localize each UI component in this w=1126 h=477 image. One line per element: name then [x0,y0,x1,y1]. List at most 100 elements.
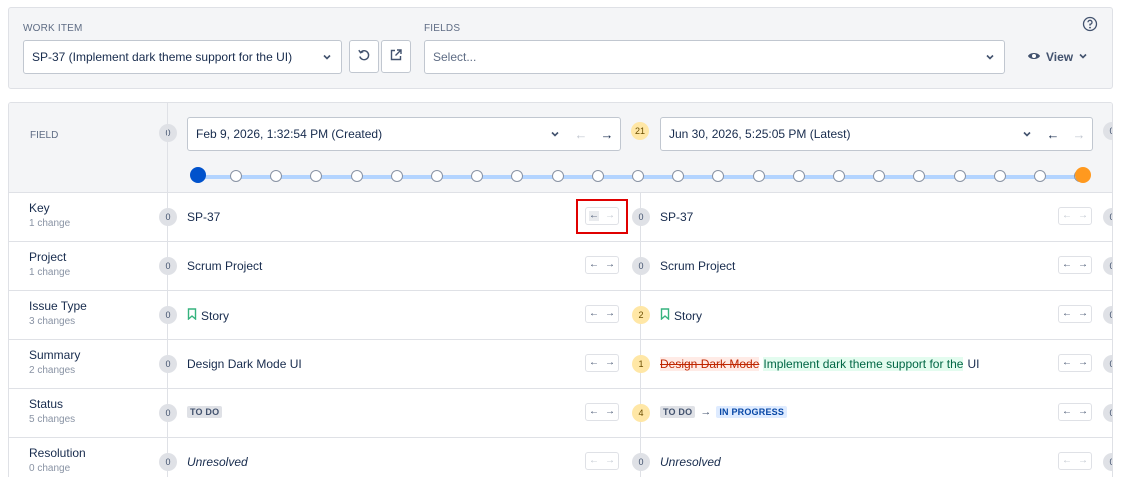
eye-icon [1027,50,1041,64]
copy-arrows[interactable]: ← → [585,354,619,372]
copy-arrows[interactable]: ← → [585,452,619,470]
work-item-select[interactable]: SP-37 (Implement dark theme support for … [23,40,342,74]
field-name: Issue Type [29,299,87,313]
status-lozenge: TO DO [187,406,223,418]
timeline-version-tick[interactable] [873,170,886,182]
arrow-right-icon[interactable]: → [1078,309,1088,319]
field-column-header: FIELD [30,130,59,141]
version-header: FIELD 0 Feb 9, 2026, 1:32:54 PM (Created… [9,103,1112,193]
copy-arrows[interactable]: ← → [585,305,619,323]
end-change-badge: 0 [1103,355,1112,373]
left-value: Design Dark Mode UI [187,357,302,371]
timeline-version-tick[interactable] [792,170,805,182]
field-row-project: Project 1 change 0 Scrum Project ← → 0 Sc… [9,242,1112,291]
reset-button[interactable] [349,40,379,73]
timeline-version-tick[interactable] [953,170,966,182]
timeline-version-tick[interactable] [390,170,403,182]
timeline-version-tick[interactable] [712,170,725,182]
right-change-badge: 0 [632,257,650,275]
end-change-badge: 0 [1103,306,1112,324]
field-name: Key [29,201,50,215]
arrow-left-icon[interactable]: ← [1062,456,1072,466]
arrow-right-icon[interactable]: → [1078,456,1088,466]
arrow-left-icon[interactable]: ← [1062,358,1072,368]
field-row-issue-type: Issue Type 3 changes 0 Story ← → 2 Story … [9,291,1112,340]
timeline-version-tick[interactable] [833,170,845,182]
timeline-version-tick[interactable] [511,170,524,182]
timeline-version-tick[interactable] [310,170,323,182]
right-value: Unresolved [660,455,721,469]
arrow-right-icon: → [700,406,712,418]
timeline-version-tick[interactable] [591,170,604,182]
arrow-left-icon[interactable]: ← [589,456,599,466]
left-value: SP-37 [187,210,221,224]
left-version-select[interactable]: Feb 9, 2026, 1:32:54 PM (Created) ← → [187,117,621,151]
arrow-right-icon[interactable]: → [605,407,615,417]
arrow-left-icon[interactable]: ← [1062,211,1072,221]
arrow-right-icon[interactable]: → [605,309,615,319]
work-item-toolbar: WORK ITEM SP-37 (Implement dark theme su… [8,7,1113,89]
timeline-start-marker[interactable] [190,167,206,183]
copy-arrows[interactable]: ← → [585,256,619,274]
left-version-prev-button[interactable]: ← [568,118,594,150]
right-version-prev-button[interactable]: ← [1040,118,1066,150]
timeline-version-tick[interactable] [551,170,564,182]
change-count: 1 change [29,218,71,229]
timeline-version-tick[interactable] [632,170,644,182]
arrow-left-icon[interactable]: ← [589,309,599,319]
timeline-version-tick[interactable] [752,170,765,182]
story-icon [187,308,197,323]
chevron-down-icon [548,129,562,139]
left-count-badge: 0 [159,124,177,142]
fields-label: FIELDS [424,23,461,34]
arrow-left-icon[interactable]: ← [589,260,599,270]
copy-arrows[interactable]: ← → [1058,452,1092,470]
right-change-badge: 1 [632,355,650,373]
arrow-right-icon[interactable]: → [605,260,615,270]
timeline-version-tick[interactable] [913,170,926,182]
timeline-version-tick[interactable] [1034,170,1046,182]
left-version-next-button[interactable]: → [594,118,620,150]
fields-select[interactable]: Select... [424,40,1005,74]
arrow-right-icon[interactable]: → [605,456,615,466]
arrow-right-icon[interactable]: → [1078,211,1088,221]
timeline-version-tick[interactable] [672,170,685,182]
copy-arrows[interactable]: ← → [1058,256,1092,274]
timeline-version-tick[interactable] [350,170,363,182]
timeline-version-tick[interactable] [993,170,1006,182]
timeline-version-tick[interactable] [230,170,242,182]
copy-arrows[interactable]: ← → [1058,207,1092,225]
mid-count-badge: 21 [631,122,649,140]
copy-arrows[interactable]: ← → [1058,305,1092,323]
right-version-next-button[interactable]: → [1066,118,1092,150]
open-external-button[interactable] [381,40,411,73]
arrow-left-icon[interactable]: ← [1062,260,1072,270]
arrow-left-icon[interactable]: ← [1062,309,1072,319]
field-row-resolution: Resolution 0 change 0 Unresolved ← → 0 Un… [9,438,1112,477]
help-icon[interactable] [1082,16,1098,32]
arrow-right-icon[interactable]: → [1078,358,1088,368]
right-value: Scrum Project [660,259,736,273]
timeline-version-tick[interactable] [471,170,484,182]
copy-arrows[interactable]: ← → [1058,403,1092,421]
view-label: View [1046,50,1074,64]
arrow-right-icon[interactable]: → [1078,260,1088,270]
view-button[interactable]: View [1019,41,1091,73]
arrow-left-icon[interactable]: ← [589,407,599,417]
left-change-badge: 0 [159,208,177,226]
copy-arrows[interactable]: ← → [1058,354,1092,372]
timeline-version-tick[interactable] [270,170,283,182]
arrow-right-icon[interactable]: → [605,358,615,368]
arrow-left-icon[interactable]: ← [589,358,599,368]
left-change-badge: 0 [159,404,177,422]
timeline-version-tick[interactable] [431,170,443,182]
right-change-badge: 0 [632,208,650,226]
arrow-left-icon[interactable]: ← [1062,407,1072,417]
arrow-right-icon[interactable]: → [1078,407,1088,417]
field-name: Resolution [29,446,86,460]
right-change-badge: 2 [632,306,650,324]
copy-arrows[interactable]: ← → [585,403,619,421]
story-icon [660,308,670,323]
right-version-select[interactable]: Jun 30, 2026, 5:25:05 PM (Latest) ← → [660,117,1093,151]
timeline-end-marker[interactable] [1075,167,1091,183]
